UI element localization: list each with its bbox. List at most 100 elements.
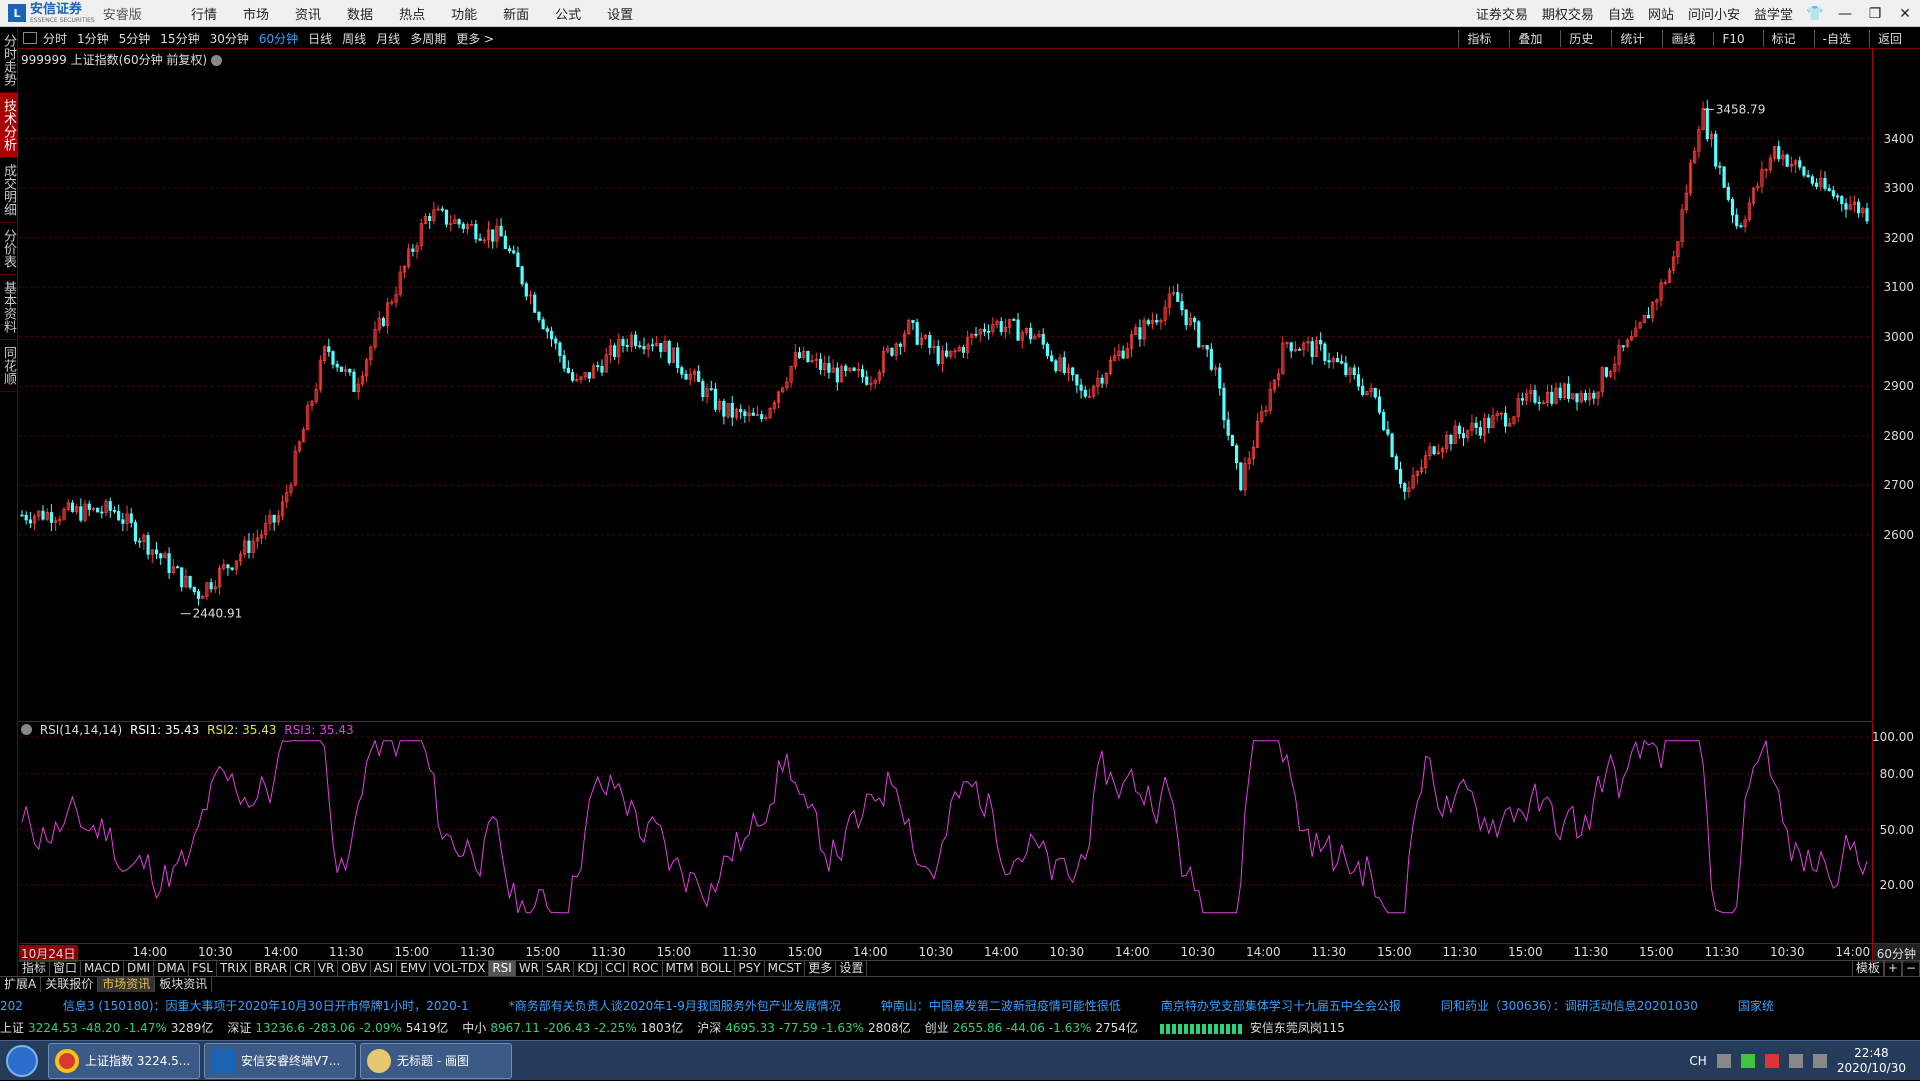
indicator-tab[interactable]: ASI bbox=[371, 961, 398, 976]
tool-f10[interactable]: F10 bbox=[1713, 31, 1752, 46]
template-button[interactable]: 模板 bbox=[1851, 961, 1884, 976]
news-item[interactable]: 国家统 bbox=[1738, 999, 1774, 1013]
start-button[interactable] bbox=[0, 1041, 44, 1081]
news-item[interactable]: 202 bbox=[0, 999, 23, 1013]
network-icon[interactable] bbox=[1788, 1054, 1803, 1068]
index-item[interactable]: 深证 13236.6 -283.06 -2.09% 5419亿 bbox=[227, 1021, 448, 1035]
indicator-menu-icon[interactable] bbox=[21, 724, 32, 735]
keyboard-icon[interactable] bbox=[1716, 1054, 1731, 1068]
indicator-tab[interactable]: WR bbox=[516, 961, 544, 976]
tool-remove-watchlist[interactable]: -自选 bbox=[1813, 30, 1859, 47]
index-item[interactable]: 创业 2655.86 -44.06 -1.63% 2754亿 bbox=[925, 1021, 1138, 1035]
side-tab-fundamentals[interactable]: 基本资料 bbox=[0, 275, 18, 340]
tool-stats[interactable]: 统计 bbox=[1611, 30, 1652, 47]
main-kline-chart[interactable]: 3458.79 2440.91 999999 上证指数(60分钟 前复权) bbox=[19, 49, 1872, 721]
task-terminal[interactable]: 安信安睿终端V7... bbox=[204, 1042, 356, 1079]
menu-function[interactable]: 功能 bbox=[438, 4, 490, 23]
tool-history[interactable]: 历史 bbox=[1560, 30, 1601, 47]
indicator-tab[interactable]: 设置 bbox=[836, 961, 868, 976]
menu-settings[interactable]: 设置 bbox=[594, 4, 646, 23]
index-item[interactable]: 上证 3224.53 -48.20 -1.47% 3289亿 bbox=[0, 1021, 213, 1035]
news-item[interactable]: 同和药业（300636）：调研活动信息20201030 bbox=[1441, 999, 1698, 1013]
index-item[interactable]: 沪深 4695.33 -77.59 -1.63% 2808亿 bbox=[697, 1021, 910, 1035]
side-tab-timeshare[interactable]: 分时走势 bbox=[0, 28, 18, 93]
close-icon[interactable]: ✕ bbox=[1890, 6, 1920, 22]
clock[interactable]: 22:48 2020/10/30 bbox=[1837, 1046, 1906, 1076]
menu-learning[interactable]: 益学堂 bbox=[1747, 4, 1800, 23]
panel-toggle-icon[interactable] bbox=[23, 32, 37, 44]
period-multi[interactable]: 多周期 bbox=[410, 30, 446, 47]
rsi-chart[interactable] bbox=[19, 722, 1872, 943]
side-tab-technical[interactable]: 技术分析 bbox=[0, 93, 18, 158]
indicator-tab[interactable]: CR bbox=[291, 961, 315, 976]
period-15min[interactable]: 15分钟 bbox=[160, 30, 199, 47]
tool-overlay[interactable]: 叠加 bbox=[1509, 30, 1550, 47]
indicator-tab[interactable]: PSY bbox=[735, 961, 765, 976]
index-item[interactable]: 中小 8967.11 -206.43 -2.25% 1803亿 bbox=[462, 1021, 683, 1035]
menu-securities-trade[interactable]: 证券交易 bbox=[1469, 4, 1535, 23]
side-tab-ths[interactable]: 同花顺 bbox=[0, 340, 18, 392]
tool-mark[interactable]: 标记 bbox=[1762, 30, 1804, 47]
task-paint[interactable]: 无标题 - 画图 bbox=[360, 1042, 512, 1079]
menu-news[interactable]: 资讯 bbox=[282, 4, 334, 23]
menu-market-overview[interactable]: 市场 bbox=[230, 4, 282, 23]
period-timeshare[interactable]: 分时 bbox=[43, 30, 67, 47]
indicator-tab[interactable]: BOLL bbox=[698, 961, 736, 976]
antivirus-icon[interactable] bbox=[1764, 1054, 1779, 1068]
news-item[interactable]: 南京特办党支部集体学习十九届五中全会公报 bbox=[1161, 999, 1401, 1013]
menu-market[interactable]: 行情 bbox=[178, 4, 230, 23]
indicator-tab[interactable]: ROC bbox=[629, 961, 663, 976]
indicator-tab[interactable]: FSL bbox=[189, 961, 217, 976]
tool-back[interactable]: 返回 bbox=[1868, 30, 1910, 47]
minimize-icon[interactable]: — bbox=[1830, 6, 1860, 22]
period-1min[interactable]: 1分钟 bbox=[77, 30, 109, 47]
period-monthly[interactable]: 月线 bbox=[376, 30, 400, 47]
bottom-tab-market-news[interactable]: 市场资讯 bbox=[98, 977, 156, 992]
indicator-tab[interactable]: RSI bbox=[489, 961, 516, 976]
menu-data[interactable]: 数据 bbox=[334, 4, 386, 23]
period-30min[interactable]: 30分钟 bbox=[210, 30, 249, 47]
task-chrome[interactable]: 上证指数 3224.5... bbox=[48, 1042, 200, 1079]
period-more[interactable]: 更多 > bbox=[456, 30, 494, 47]
menu-hot[interactable]: 热点 bbox=[386, 4, 438, 23]
indicator-tab[interactable]: EMV bbox=[397, 961, 431, 976]
indicator-tab[interactable]: 窗口 bbox=[50, 961, 82, 976]
remove-panel-button[interactable]: − bbox=[1901, 961, 1920, 976]
restore-icon[interactable]: ❐ bbox=[1860, 6, 1890, 22]
indicator-tab[interactable]: 指标 bbox=[19, 961, 51, 976]
shirt-icon[interactable]: 👕 bbox=[1800, 6, 1830, 22]
period-daily[interactable]: 日线 bbox=[308, 30, 332, 47]
period-weekly[interactable]: 周线 bbox=[342, 30, 366, 47]
news-item[interactable]: 信息3 (150180)：因重大事项于2020年10月30日开市停牌1小时，20… bbox=[63, 999, 469, 1013]
menu-options-trade[interactable]: 期权交易 bbox=[1535, 4, 1601, 23]
indicator-tab[interactable]: MCST bbox=[765, 961, 806, 976]
bottom-tab-related-quotes[interactable]: 关联报价 bbox=[41, 977, 99, 992]
side-tab-trades[interactable]: 成交明细 bbox=[0, 158, 18, 223]
indicator-tab[interactable]: VOL-TDX bbox=[430, 961, 490, 976]
indicator-tab[interactable]: MTM bbox=[663, 961, 698, 976]
indicator-tab[interactable]: OBV bbox=[338, 961, 371, 976]
indicator-tab[interactable]: DMI bbox=[124, 961, 155, 976]
menu-website[interactable]: 网站 bbox=[1641, 4, 1681, 23]
menu-new-page[interactable]: 新面 bbox=[490, 4, 542, 23]
period-5min[interactable]: 5分钟 bbox=[119, 30, 151, 47]
bottom-tab-ext-a[interactable]: 扩展A bbox=[0, 977, 42, 992]
indicator-tab[interactable]: BRAR bbox=[251, 961, 292, 976]
tool-indicator[interactable]: 指标 bbox=[1458, 30, 1499, 47]
side-tab-price-table[interactable]: 分价表 bbox=[0, 223, 18, 275]
indicator-tab[interactable]: TRIX bbox=[217, 961, 252, 976]
indicator-tab[interactable]: VR bbox=[315, 961, 339, 976]
wechat-icon[interactable] bbox=[1740, 1054, 1755, 1068]
tool-draw[interactable]: 画线 bbox=[1662, 30, 1703, 47]
menu-formula[interactable]: 公式 bbox=[542, 4, 594, 23]
news-item[interactable]: *商务部有关负责人谈2020年1-9月我国服务外包产业发展情况 bbox=[509, 999, 841, 1013]
language-indicator[interactable]: CH bbox=[1689, 1054, 1706, 1068]
bottom-tab-sector-news[interactable]: 板块资讯 bbox=[155, 977, 213, 992]
volume-icon[interactable] bbox=[1812, 1054, 1827, 1068]
add-panel-button[interactable]: + bbox=[1883, 961, 1902, 976]
indicator-tab[interactable]: SAR bbox=[543, 961, 575, 976]
menu-ask[interactable]: 问问小安 bbox=[1681, 4, 1747, 23]
indicator-tab[interactable]: CCI bbox=[602, 961, 630, 976]
indicator-tab[interactable]: 更多 bbox=[805, 961, 837, 976]
indicator-tab[interactable]: DMA bbox=[154, 961, 189, 976]
